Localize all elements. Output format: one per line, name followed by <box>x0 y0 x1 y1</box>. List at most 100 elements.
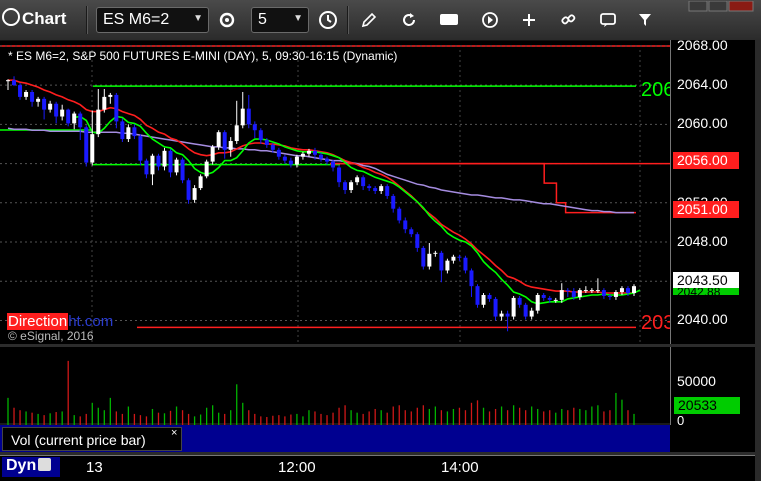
draw-tool-button[interactable] <box>356 7 382 33</box>
chat-icon <box>600 13 616 27</box>
candle-body <box>613 292 618 297</box>
candle-body <box>60 109 65 117</box>
candle-body <box>108 94 113 97</box>
link-button[interactable] <box>555 7 581 33</box>
candle-body <box>403 220 408 230</box>
symbol-input[interactable]: ES M6=2 ▼ <box>96 7 209 33</box>
candle-body <box>294 156 299 165</box>
candle-body <box>228 141 233 150</box>
candle-body <box>331 161 336 168</box>
get-data-button[interactable] <box>436 7 462 33</box>
candle-body <box>565 290 570 292</box>
candle-body <box>288 160 293 165</box>
candle-body <box>30 91 35 102</box>
price-tick: 2048.00 <box>677 233 728 250</box>
toolbar-separator <box>86 6 88 34</box>
price-axis[interactable]: 2068.002064.002060.002056.002052.002048.… <box>670 36 761 345</box>
candle-body <box>162 150 167 167</box>
interval-input[interactable]: 5 ▼ <box>251 7 309 33</box>
candle-body <box>427 253 432 267</box>
toolbar-separator <box>347 6 349 34</box>
candle-body <box>583 290 588 292</box>
candle-body <box>18 85 23 97</box>
candle-body <box>180 159 185 181</box>
window-frame <box>755 40 761 481</box>
app-title-text: Chart <box>22 9 67 28</box>
candle-body <box>222 132 227 150</box>
time-template-button[interactable] <box>315 7 341 33</box>
candle-body <box>445 260 450 271</box>
close-study-icon[interactable]: × <box>171 427 177 439</box>
cursor-button[interactable] <box>516 7 542 33</box>
watermark-right: ht.com <box>68 313 114 330</box>
candle-body <box>517 297 522 305</box>
watermark-left: Direction <box>7 313 69 330</box>
maximize-icon[interactable] <box>708 0 728 12</box>
candle-body <box>529 310 534 317</box>
candle-body <box>547 297 552 300</box>
candle-body <box>595 290 600 292</box>
candle-body <box>433 252 438 254</box>
get-icon <box>440 14 458 25</box>
candle-body <box>397 208 402 221</box>
candle-body <box>84 127 89 163</box>
candle-body <box>475 286 480 305</box>
candle-body <box>78 113 83 128</box>
dynamic-button[interactable]: Dyn <box>2 457 60 477</box>
candle-body <box>463 257 468 271</box>
price-tick: 2068.00 <box>677 36 728 53</box>
candle-body <box>373 188 378 192</box>
chart-logo-icon <box>2 8 20 26</box>
chevron-down-icon[interactable]: ▼ <box>193 13 203 24</box>
refresh-icon <box>403 13 415 26</box>
volume-study-label[interactable]: Vol (current price bar) <box>2 427 182 451</box>
price-plot[interactable] <box>0 40 670 345</box>
time-tick: 13 <box>86 459 103 476</box>
candle-body <box>367 186 372 189</box>
volume-axis[interactable]: 50000 0 20533 <box>670 347 761 428</box>
candle-body <box>150 155 155 175</box>
chart-title: * ES M6=2, S&P 500 FUTURES E-MINI (DAY),… <box>8 49 398 63</box>
last-price-tag: 2043.50 <box>673 272 739 288</box>
candle-body <box>361 177 366 187</box>
link-settings-button[interactable] <box>214 7 240 33</box>
candle-body <box>571 291 576 297</box>
time-tick: 14:00 <box>441 459 479 476</box>
link-icon <box>561 14 576 25</box>
candle-body <box>210 146 215 162</box>
candle-body <box>54 103 59 117</box>
chat-button[interactable] <box>595 7 621 33</box>
volume-tick: 0 <box>677 413 685 428</box>
candle-body <box>186 180 191 200</box>
time-tick: 12:00 <box>278 459 316 476</box>
chevron-down-icon[interactable]: ▼ <box>293 13 303 24</box>
window-buttons <box>688 0 754 12</box>
candle-body <box>355 177 360 183</box>
candle-body <box>577 290 582 297</box>
clock-icon <box>319 11 337 29</box>
candle-body <box>36 98 41 102</box>
candle-body <box>451 256 456 261</box>
minimize-icon[interactable] <box>688 0 708 12</box>
play-button[interactable] <box>477 7 503 33</box>
candle-body <box>535 294 540 311</box>
close-icon[interactable] <box>728 0 754 12</box>
candle-body <box>511 297 516 317</box>
candle-body <box>144 160 149 175</box>
refresh-button[interactable] <box>396 7 422 33</box>
candle-body <box>409 229 414 235</box>
toolbar: Chart ES M6=2 ▼ 5 ▼ <box>0 0 761 41</box>
candle-body <box>252 124 257 131</box>
candle-body <box>102 96 107 110</box>
candle-body <box>138 136 143 161</box>
volume-plot[interactable] <box>0 347 670 425</box>
candle-body <box>204 161 209 177</box>
upper-red-tag: 2056.00 <box>673 152 739 169</box>
candle-body <box>343 182 348 191</box>
candle-body <box>300 153 305 157</box>
candle-body <box>505 313 510 317</box>
crosshair-icon <box>523 14 535 26</box>
time-axis[interactable]: 13 12:00 14:00 <box>0 455 761 481</box>
candle-body <box>553 299 558 301</box>
candle-body <box>48 103 53 110</box>
